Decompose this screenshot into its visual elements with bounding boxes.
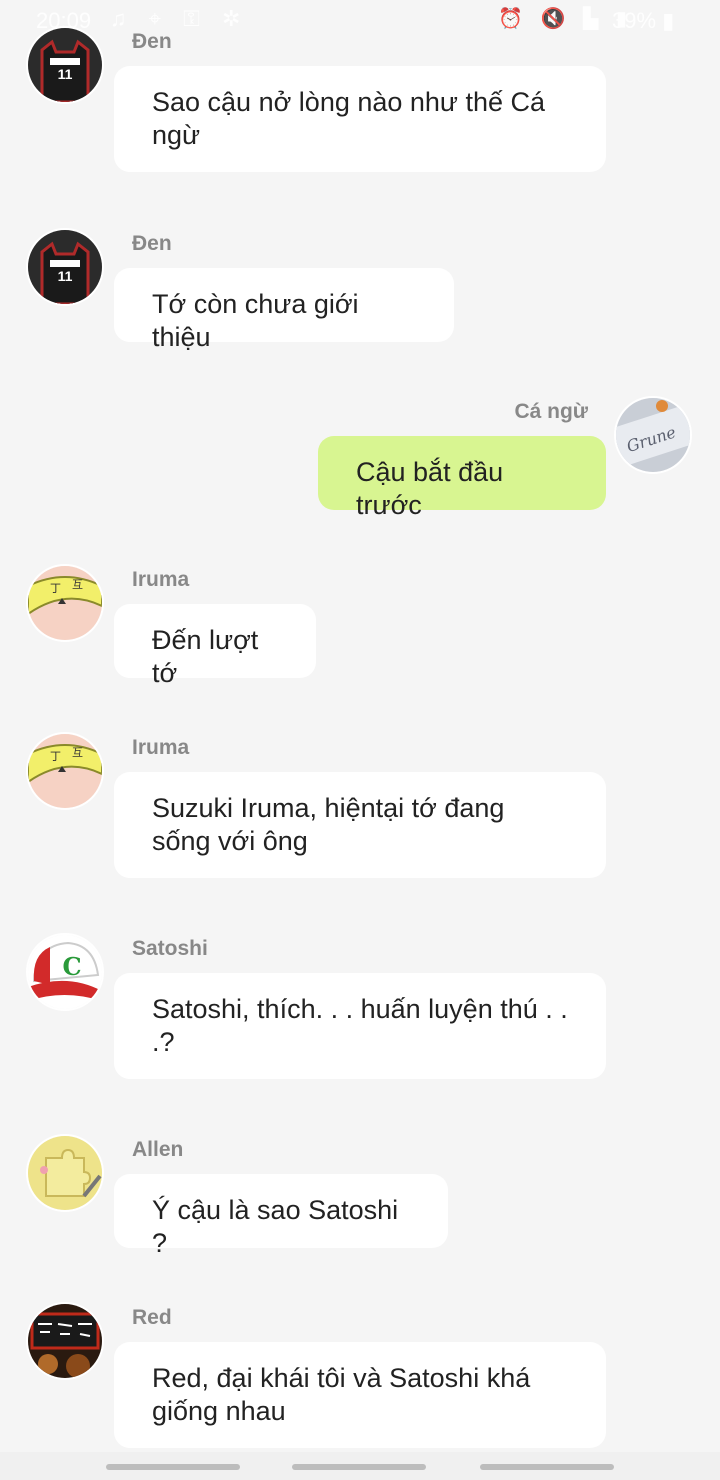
- seirin-jersey-avatar-icon[interactable]: 11: [26, 26, 104, 104]
- message-bubble[interactable]: Cậu bắt đầu trước: [318, 436, 606, 520]
- sender-name: Iruma: [132, 736, 190, 759]
- sender-name: Iruma: [132, 568, 190, 591]
- message-bubble[interactable]: Ý cậu là sao Satoshi ?: [114, 1174, 448, 1258]
- chat-message: 丁 互 Iruma Đến lượt tớ: [0, 564, 720, 688]
- message-bubble[interactable]: Suzuki Iruma, hiệntại tớ đang sống với ô…: [114, 772, 606, 878]
- sender-name: Red: [132, 1306, 172, 1329]
- message-bubble[interactable]: Tớ còn chưa giới thiệu: [114, 268, 454, 352]
- chat-message: Allen Ý cậu là sao Satoshi ?: [0, 1134, 720, 1258]
- chat-message: Red Red, đại khái tôi và Satoshi khá giố…: [0, 1302, 720, 1450]
- message-bubble[interactable]: Sao cậu nở lòng nào như thế Cá ngừ: [114, 66, 606, 172]
- svg-text:丁: 丁: [50, 750, 61, 763]
- navigation-bar: [0, 1452, 720, 1480]
- seirin-jersey-avatar-icon[interactable]: 11: [26, 228, 104, 306]
- sender-name: Đen: [132, 30, 172, 53]
- sign-avatar-icon[interactable]: [26, 1302, 104, 1380]
- svg-text:11: 11: [58, 268, 73, 284]
- paper-note-avatar-icon[interactable]: Grune: [614, 396, 692, 474]
- svg-text:互: 互: [72, 746, 83, 759]
- chat-message: Grune Cá ngừ Cậu bắt đầu trước: [0, 396, 720, 520]
- headband-avatar-icon[interactable]: 丁 互: [26, 732, 104, 810]
- sender-name: Allen: [132, 1138, 184, 1161]
- home-button[interactable]: [292, 1464, 426, 1470]
- message-bubble[interactable]: Red, đại khái tôi và Satoshi khá giống n…: [114, 1342, 606, 1448]
- recent-apps-button[interactable]: [106, 1464, 240, 1470]
- sender-name: Đen: [132, 232, 172, 255]
- svg-text:互: 互: [72, 578, 83, 591]
- svg-text:丁: 丁: [50, 582, 61, 595]
- chat-message: 11 Đen Sao cậu nở lòng nào như thế Cá ng…: [0, 26, 720, 176]
- chat-message: 丁 互 Iruma Suzuki Iruma, hiệntại tớ đang …: [0, 732, 720, 882]
- sender-name: Cá ngừ: [514, 400, 588, 423]
- cap-avatar-icon[interactable]: C: [26, 933, 104, 1011]
- back-button[interactable]: [480, 1464, 614, 1470]
- sender-name: Satoshi: [132, 937, 208, 960]
- chat-message: C Satoshi Satoshi, thích. . . huấn luyện…: [0, 933, 720, 1083]
- headband-avatar-icon[interactable]: 丁 互: [26, 564, 104, 642]
- svg-text:C: C: [62, 952, 81, 981]
- chat-message: 11 Đen Tớ còn chưa giới thiệu: [0, 228, 720, 352]
- message-bubble[interactable]: Đến lượt tớ: [114, 604, 316, 688]
- puzzle-avatar-icon[interactable]: [26, 1134, 104, 1212]
- message-bubble[interactable]: Satoshi, thích. . . huấn luyện thú . . .…: [114, 973, 606, 1079]
- svg-text:11: 11: [58, 66, 73, 82]
